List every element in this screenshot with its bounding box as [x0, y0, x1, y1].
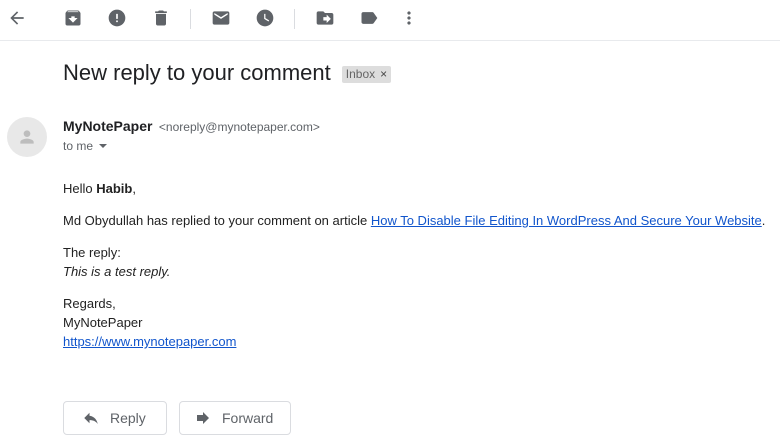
move-to-button[interactable]: [311, 4, 339, 32]
body-text-end: .: [761, 213, 766, 228]
sender-email: <noreply@mynotepaper.com>: [158, 120, 320, 134]
signature: Regards, MyNotePaper https://www.mynotepap…: [63, 294, 773, 351]
labels-icon: [361, 12, 378, 24]
greeting-suffix: ,: [132, 181, 136, 196]
recipient-details-toggle[interactable]: to me: [63, 139, 108, 153]
more-options-button[interactable]: [395, 4, 423, 32]
subject-row: New reply to your comment Inbox ×: [63, 60, 392, 86]
reply-text: This is a test reply.: [63, 264, 171, 279]
move-to-icon: [316, 11, 334, 25]
person-icon: [20, 130, 34, 144]
reply-paragraph: The reply: This is a test reply.: [63, 243, 773, 281]
body-text: Md Obydullah has replied to your comment…: [63, 213, 371, 228]
toolbar-divider: [294, 9, 295, 29]
report-spam-icon: [108, 9, 126, 27]
inbox-label-chip[interactable]: Inbox ×: [341, 65, 392, 83]
archive-icon: [65, 10, 81, 26]
greeting-name: Habib: [96, 181, 133, 196]
remove-label-icon[interactable]: ×: [380, 67, 387, 81]
recipient-label: to me: [63, 139, 94, 153]
labels-button[interactable]: [355, 4, 383, 32]
body-paragraph: Md Obydullah has replied to your comment…: [63, 211, 773, 230]
forward-icon: [197, 412, 209, 424]
sender-avatar[interactable]: [7, 117, 47, 157]
sender-name[interactable]: MyNotePaper: [63, 118, 152, 134]
delete-button[interactable]: [147, 4, 175, 32]
back-button[interactable]: [3, 4, 31, 32]
greeting: Hello Habib,: [63, 179, 773, 198]
reply-icon: [84, 412, 98, 424]
article-link[interactable]: How To Disable File Editing In WordPress…: [371, 213, 762, 228]
more-options-icon: [407, 11, 411, 25]
email-body: Hello Habib, Md Obydullah has replied to…: [63, 179, 773, 364]
signature-name: MyNotePaper: [63, 315, 143, 330]
greeting-prefix: Hello: [63, 181, 97, 196]
reply-button[interactable]: Reply: [63, 401, 167, 435]
email-toolbar: [0, 0, 780, 41]
snooze-icon: [256, 9, 274, 27]
sender-row: MyNotePaper <noreply@mynotepaper.com>: [63, 118, 320, 136]
label-chip-text: Inbox: [345, 66, 376, 81]
reply-label: The reply:: [63, 245, 121, 260]
archive-button[interactable]: [59, 4, 87, 32]
chevron-down-icon: [99, 144, 108, 148]
mark-unread-icon: [212, 11, 230, 25]
snooze-button[interactable]: [251, 4, 279, 32]
email-subject: New reply to your comment: [63, 60, 331, 85]
toolbar-divider: [190, 9, 191, 29]
back-arrow-icon: [10, 11, 24, 25]
delete-icon: [155, 10, 167, 26]
forward-button-label: Forward: [222, 410, 274, 426]
reply-button-label: Reply: [110, 410, 146, 426]
signature-link[interactable]: https://www.mynotepaper.com: [63, 334, 236, 349]
forward-button[interactable]: Forward: [179, 401, 291, 435]
mark-unread-button[interactable]: [207, 4, 235, 32]
signoff: Regards,: [63, 296, 116, 311]
report-spam-button[interactable]: [103, 4, 131, 32]
